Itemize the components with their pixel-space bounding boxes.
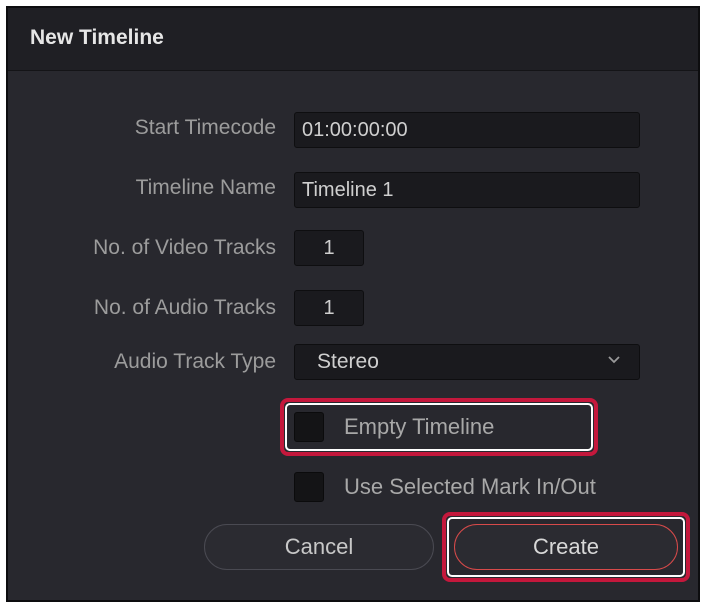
use-mark-label[interactable]: Use Selected Mark In/Out — [344, 474, 596, 500]
start-timecode-label: Start Timecode — [134, 116, 276, 139]
empty-timeline-checkbox[interactable] — [294, 412, 324, 442]
video-tracks-input[interactable]: 1 — [294, 230, 364, 266]
chevron-down-icon — [608, 356, 620, 364]
new-timeline-dialog: New Timeline Start Timecode 01:00:00:00 … — [6, 6, 700, 602]
audio-track-type-label: Audio Track Type — [114, 350, 276, 373]
dialog-titlebar: New Timeline — [8, 8, 698, 71]
audio-tracks-label: No. of Audio Tracks — [93, 296, 276, 319]
create-button[interactable]: Create — [454, 524, 678, 570]
audio-track-type-select[interactable]: Stereo — [294, 344, 640, 380]
audio-tracks-input[interactable]: 1 — [294, 290, 364, 326]
timeline-name-input[interactable]: Timeline 1 — [294, 172, 640, 208]
start-timecode-input[interactable]: 01:00:00:00 — [294, 112, 640, 148]
video-tracks-label: No. of Video Tracks — [93, 236, 276, 259]
cancel-button[interactable]: Cancel — [204, 524, 434, 570]
use-mark-checkbox[interactable] — [294, 472, 324, 502]
empty-timeline-label[interactable]: Empty Timeline — [344, 414, 494, 440]
audio-track-type-value: Stereo — [317, 350, 379, 373]
timeline-name-label: Timeline Name — [135, 176, 276, 199]
dialog-title: New Timeline — [30, 26, 164, 49]
